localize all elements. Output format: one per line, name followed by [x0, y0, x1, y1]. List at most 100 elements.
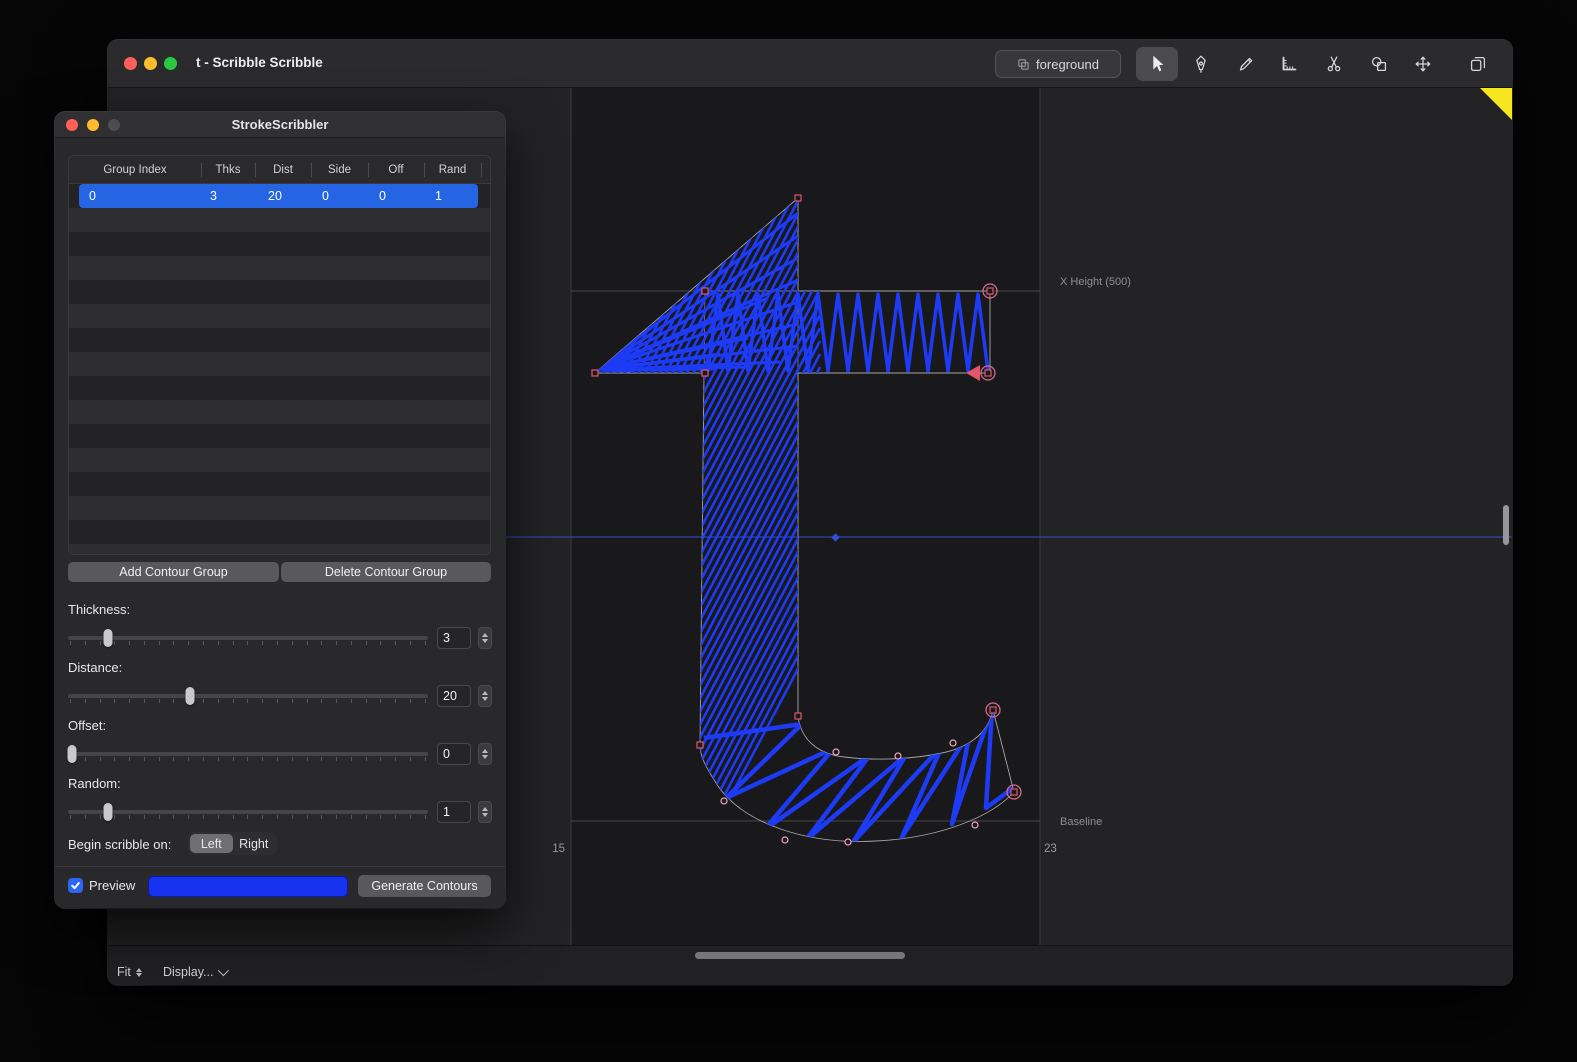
thickness-label: Thickness: — [68, 602, 131, 617]
smooth-point[interactable] — [832, 748, 840, 756]
measure-tool[interactable] — [1268, 47, 1310, 81]
col-dist: Dist — [273, 164, 293, 176]
chevron-down-icon — [218, 964, 230, 977]
random-stepper[interactable] — [478, 801, 492, 823]
em-column — [571, 88, 1040, 945]
offset-stepper[interactable] — [478, 743, 492, 765]
transform-tool[interactable] — [1402, 47, 1444, 81]
shapes-tool[interactable] — [1358, 47, 1400, 81]
pen-tool[interactable] — [1180, 47, 1222, 81]
random-value-field[interactable]: 1 — [437, 801, 471, 823]
thickness-stepper[interactable] — [478, 627, 492, 649]
control-point[interactable] — [591, 369, 599, 377]
delete-contour-group-button[interactable]: Delete Contour Group — [281, 562, 491, 582]
vertical-scrollbar[interactable] — [1503, 505, 1509, 545]
display-popup[interactable]: Display... — [163, 964, 230, 979]
offset-value-field[interactable]: 0 — [437, 743, 471, 765]
fit-label: Fit — [117, 965, 131, 979]
copy-tool[interactable] — [1457, 47, 1499, 81]
horizontal-scrollbar[interactable] — [695, 952, 905, 959]
pencil-tool[interactable] — [1225, 47, 1267, 81]
smooth-point[interactable] — [844, 838, 852, 846]
cell-group-index: 0 — [89, 189, 96, 203]
distance-value-field[interactable]: 20 — [437, 685, 471, 707]
control-point[interactable] — [986, 287, 994, 295]
ruler-corner-icon — [1282, 56, 1297, 71]
check-icon — [71, 882, 80, 890]
smooth-point[interactable] — [781, 836, 789, 844]
window-title: t - Scribble Scribble — [196, 55, 323, 70]
popup-arrows-icon — [135, 967, 142, 977]
cell-dist: 20 — [268, 189, 282, 203]
table-row[interactable]: 0 3 20 0 0 1 — [69, 184, 490, 208]
contour-group-table[interactable]: Group Index Thks Dist Side Off Rand 0 3 … — [68, 155, 491, 555]
random-slider[interactable] — [68, 801, 428, 823]
control-point[interactable] — [701, 287, 709, 295]
preview-checkbox[interactable] — [68, 878, 83, 893]
col-thks: Thks — [215, 164, 241, 176]
right-sidebearing-value: 23 — [1044, 843, 1057, 855]
zoom-button[interactable] — [164, 57, 177, 70]
panel-title: StrokeScribbler — [231, 117, 329, 132]
add-contour-group-button[interactable]: Add Contour Group — [68, 562, 279, 582]
display-label: Display... — [163, 965, 214, 979]
strokescribbler-panel: StrokeScribbler Group Index Thks Dist Si… — [55, 112, 505, 908]
right-margin — [1040, 88, 1512, 945]
preview-color-well[interactable] — [148, 876, 348, 897]
copy-layers-icon — [1470, 56, 1486, 72]
smooth-point[interactable] — [894, 752, 902, 760]
cursor-icon — [1153, 55, 1164, 72]
begin-scribble-segmented-control: Left Right — [188, 832, 277, 855]
control-point[interactable] — [984, 369, 992, 377]
col-side: Side — [327, 164, 352, 176]
knife-tool[interactable] — [1313, 47, 1355, 81]
col-rand: Rand — [438, 164, 467, 176]
control-point[interactable] — [696, 741, 704, 749]
smooth-point[interactable] — [720, 797, 728, 805]
minimize-button[interactable] — [144, 57, 157, 70]
baseline-label: Baseline — [1060, 816, 1102, 828]
random-slider-thumb[interactable] — [103, 802, 113, 821]
cell-thks: 3 — [210, 189, 217, 203]
table-rows[interactable]: 0 3 20 0 0 1 — [69, 184, 490, 554]
table-header: Group Index Thks Dist Side Off Rand — [69, 156, 490, 184]
panel-divider — [55, 866, 505, 867]
distance-slider-thumb[interactable] — [185, 686, 195, 705]
titlebar: t - Scribble Scribble foreground — [108, 40, 1512, 88]
offset-slider-thumb[interactable] — [67, 744, 77, 763]
foreground-label: foreground — [1036, 56, 1099, 72]
smooth-point[interactable] — [971, 821, 979, 829]
control-point[interactable] — [794, 712, 802, 720]
layers-icon — [1018, 58, 1029, 70]
offset-slider[interactable] — [67, 743, 428, 765]
thickness-slider-thumb[interactable] — [103, 628, 113, 647]
distance-label: Distance: — [68, 660, 123, 675]
distance-stepper[interactable] — [478, 685, 492, 707]
window-bottom-bar: Fit Display... — [108, 945, 1512, 985]
segment-right[interactable]: Right — [233, 834, 276, 853]
shapes-icon — [1371, 56, 1387, 72]
thickness-slider[interactable] — [68, 627, 428, 649]
control-point[interactable] — [989, 706, 997, 714]
generate-contours-button[interactable]: Generate Contours — [358, 875, 491, 897]
smooth-point[interactable] — [949, 739, 957, 747]
thickness-value-field[interactable]: 3 — [437, 627, 471, 649]
cell-side: 0 — [322, 189, 329, 203]
cell-rand: 1 — [435, 189, 442, 203]
scissors-icon — [1327, 56, 1341, 72]
control-point[interactable] — [794, 194, 802, 202]
foreground-layer-button[interactable]: foreground — [995, 50, 1121, 78]
control-point[interactable] — [701, 369, 709, 377]
distance-slider[interactable] — [68, 685, 428, 707]
pencil-icon — [1239, 57, 1253, 71]
cell-off: 0 — [379, 189, 386, 203]
zoom-fit-popup[interactable]: Fit — [117, 965, 142, 979]
move-tool[interactable] — [1136, 47, 1178, 81]
col-off: Off — [388, 164, 404, 176]
random-label: Random: — [68, 776, 121, 791]
close-button[interactable] — [124, 57, 137, 70]
preview-label: Preview — [89, 878, 136, 893]
control-point[interactable] — [1010, 788, 1018, 796]
col-group-index: Group Index — [103, 164, 167, 176]
segment-left[interactable]: Left — [190, 834, 233, 853]
